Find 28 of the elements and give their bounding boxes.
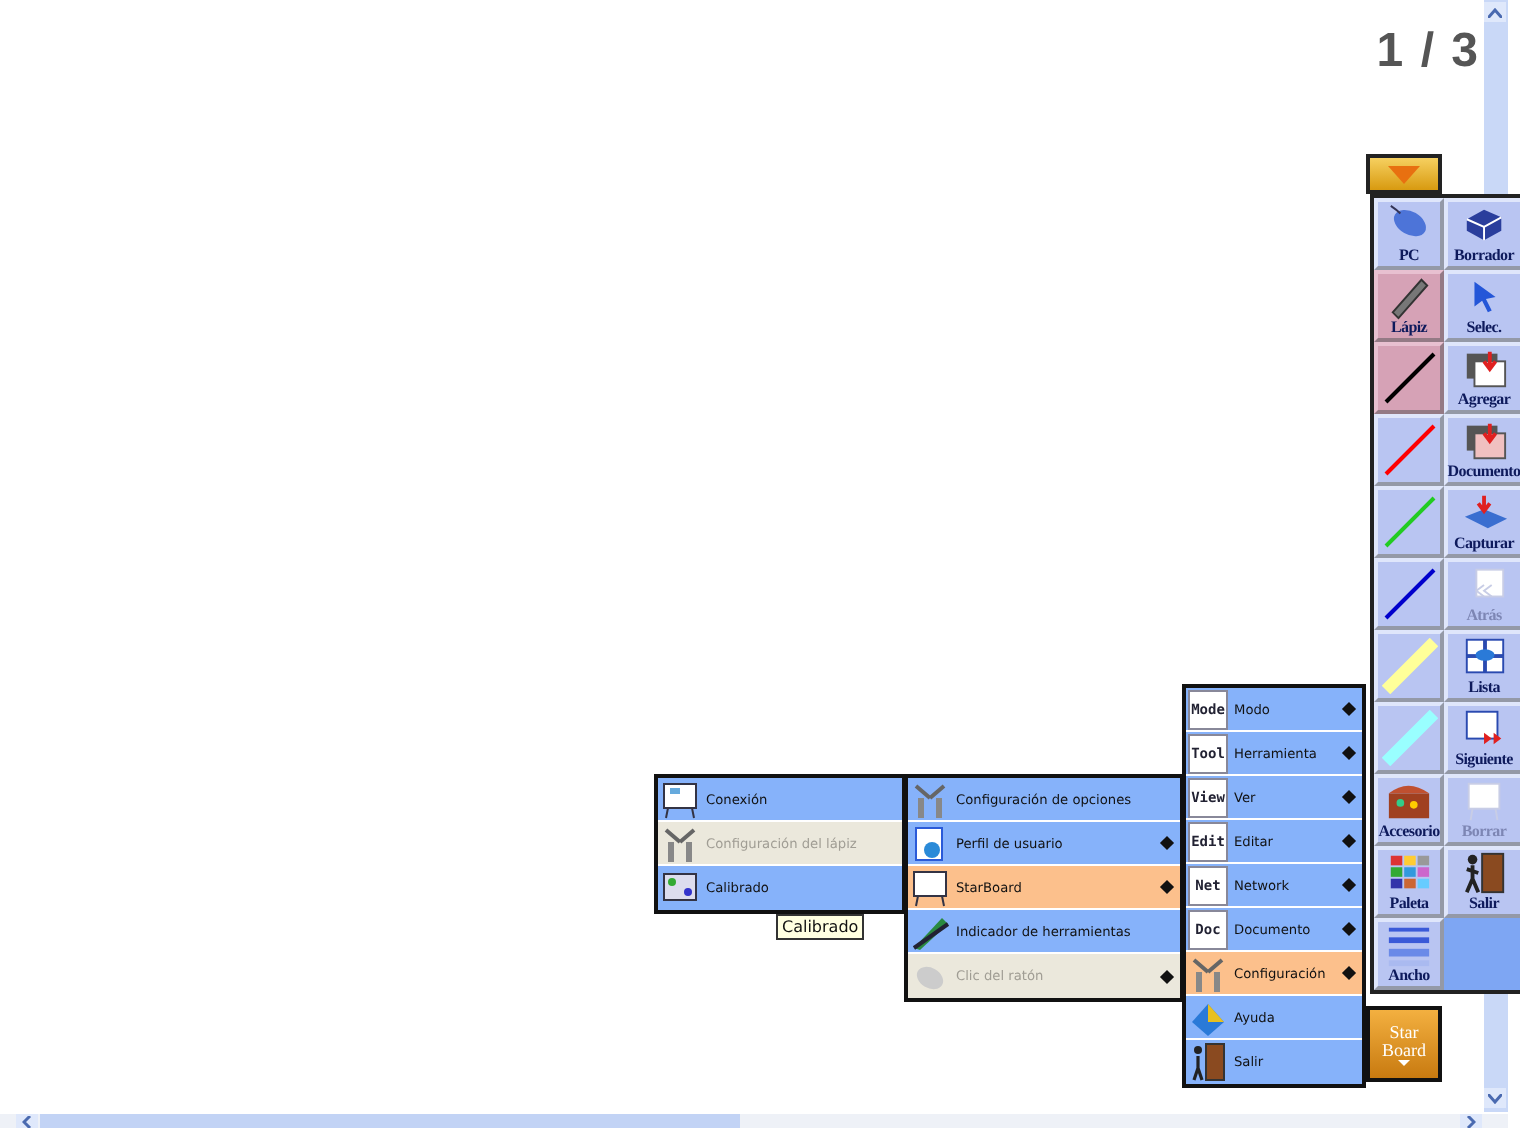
exit-door-icon xyxy=(1459,850,1509,896)
toolbar-button[interactable]: Siguiente xyxy=(1444,702,1520,774)
tools-icon xyxy=(910,779,950,819)
toolbar-button[interactable]: Selec. xyxy=(1444,270,1520,342)
triangle-down-icon xyxy=(1388,165,1420,183)
exit-door-icon xyxy=(1188,1042,1228,1082)
toolbar-button[interactable]: Lista xyxy=(1444,630,1520,702)
toolbar-button[interactable]: Salir xyxy=(1444,846,1520,918)
toolbar-button[interactable]: Paleta xyxy=(1374,846,1444,918)
scroll-thumb[interactable] xyxy=(40,1114,740,1128)
toolbar-button[interactable]: Accesorio xyxy=(1374,774,1444,846)
board-icon xyxy=(910,867,950,907)
toolbar-collapse-button[interactable] xyxy=(1366,154,1442,194)
tooltip: Calibrado xyxy=(776,914,865,940)
tools-icon xyxy=(660,823,700,863)
tools-icon xyxy=(1188,953,1228,993)
line-width-icon xyxy=(1384,922,1434,968)
toolbar-button[interactable]: Agregar xyxy=(1444,342,1520,414)
toolbar-button[interactable]: PC xyxy=(1374,198,1444,270)
board-icon xyxy=(660,779,700,819)
toolbar-button[interactable]: Capturar xyxy=(1444,486,1520,558)
toolbar-button[interactable]: Lápiz xyxy=(1374,270,1444,342)
page-indicator: 1 / 3 xyxy=(1376,24,1480,80)
toolbar-button[interactable]: Ancho xyxy=(1374,918,1444,990)
horizontal-scrollbar[interactable] xyxy=(0,1114,1508,1128)
caret-icon xyxy=(1398,1059,1410,1065)
toolbar-button[interactable]: Borrador xyxy=(1444,198,1520,270)
toolbar-button[interactable]: Documento xyxy=(1444,414,1520,486)
